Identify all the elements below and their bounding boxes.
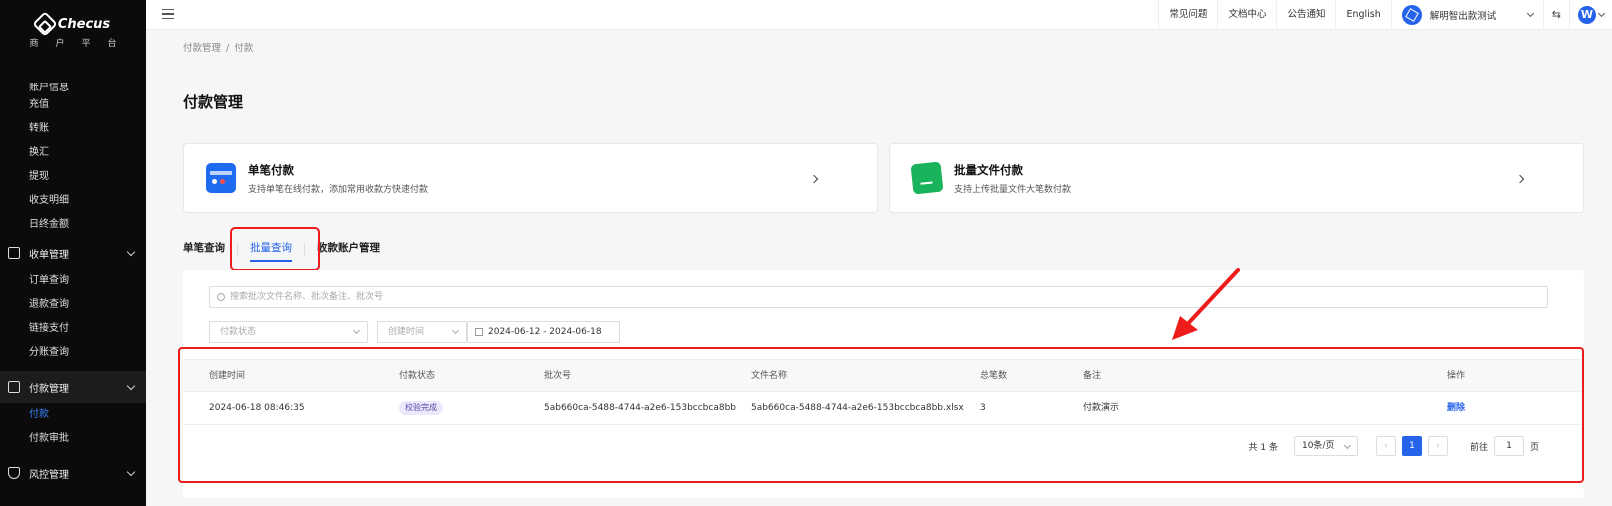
transfer-icon bbox=[8, 381, 20, 393]
shield-icon bbox=[8, 467, 20, 479]
sidebar-item-refunds[interactable]: 退款查询 bbox=[0, 293, 146, 317]
docs-link[interactable]: 文档中心 bbox=[1217, 0, 1276, 30]
sidebar-group-risk[interactable]: 风控管理 bbox=[0, 457, 146, 489]
sidebar-group-label: 风控管理 bbox=[29, 469, 69, 481]
breadcrumb-parent[interactable]: 付款管理 bbox=[183, 43, 221, 54]
chevron-down-icon bbox=[126, 381, 136, 391]
announcements-link[interactable]: 公告通知 bbox=[1276, 0, 1335, 30]
sidebar-item-transfer[interactable]: 转账 bbox=[0, 117, 146, 141]
sidebar-item-recharge[interactable]: 充值 bbox=[0, 93, 146, 117]
annotation-arrow-icon bbox=[1172, 268, 1240, 340]
chevron-down-icon bbox=[126, 247, 136, 257]
receipt-icon bbox=[8, 247, 20, 259]
user-menu[interactable]: W bbox=[1569, 0, 1612, 30]
search-icon bbox=[217, 293, 225, 301]
card-description: 支持单笔在线付款，添加常用收款方快速付款 bbox=[248, 185, 429, 195]
date-range-picker[interactable]: 2024-06-12 - 2024-06-18 bbox=[467, 321, 620, 343]
sidebar-group-label: 收单管理 bbox=[29, 249, 69, 261]
top-links: 常见问题 文档中心 公告通知 English 解明智出款测试 ⇆ W bbox=[1158, 0, 1612, 30]
status-placeholder: 付款状态 bbox=[220, 327, 257, 337]
sidebar-group-acquiring[interactable]: 收单管理 bbox=[0, 237, 146, 269]
merchant-cube-icon bbox=[1401, 5, 1422, 25]
search-input[interactable]: 搜索批次文件名称、批次备注、批次号 bbox=[209, 286, 1548, 308]
tab-highlight-box bbox=[230, 227, 320, 271]
chevron-down-icon bbox=[1597, 9, 1606, 18]
sidebar-item-exchange[interactable]: 换汇 bbox=[0, 141, 146, 165]
chevron-down-icon bbox=[451, 326, 460, 335]
sidebar: Checus 商户平台 账户信息 充值 转账 换汇 提现 收支明细 日终金额 收… bbox=[0, 0, 146, 506]
brand-logo[interactable]: Checus 商户平台 bbox=[0, 0, 146, 64]
card-description: 支持上传批量文件大笔数付款 bbox=[954, 185, 1072, 195]
sidebar-item-payout[interactable]: 付款 bbox=[0, 403, 146, 427]
time-placeholder: 创建时间 bbox=[388, 327, 425, 337]
language-switch[interactable]: English bbox=[1335, 0, 1390, 30]
sidebar-item-account-info[interactable]: 账户信息 bbox=[0, 83, 146, 93]
file-icon bbox=[910, 161, 944, 195]
sidebar-item-payment-link[interactable]: 链接支付 bbox=[0, 317, 146, 341]
search-placeholder: 搜索批次文件名称、批次备注、批次号 bbox=[230, 292, 384, 302]
card-title: 单笔付款 bbox=[248, 163, 294, 177]
top-bar: 常见问题 文档中心 公告通知 English 解明智出款测试 ⇆ W bbox=[146, 0, 1612, 30]
page-title: 付款管理 bbox=[183, 93, 244, 111]
avatar: W bbox=[1578, 6, 1596, 24]
sidebar-item-split[interactable]: 分账查询 bbox=[0, 341, 146, 365]
merchant-switcher[interactable]: 解明智出款测试 bbox=[1390, 0, 1543, 30]
sidebar-item-withdraw[interactable]: 提现 bbox=[0, 165, 146, 189]
tab-payee-accounts[interactable]: 收款账户管理 bbox=[317, 238, 380, 262]
tab-single-query[interactable]: 单笔查询 bbox=[183, 238, 225, 262]
chevron-down-icon bbox=[126, 467, 136, 477]
swap-icon[interactable]: ⇆ bbox=[1542, 0, 1569, 30]
chevron-right-icon bbox=[809, 174, 819, 184]
chevron-right-icon bbox=[1515, 174, 1525, 184]
sidebar-item-payout-approval[interactable]: 付款审批 bbox=[0, 427, 146, 451]
menu-toggle-icon[interactable] bbox=[162, 9, 174, 19]
brand-subtitle: 商户平台 bbox=[29, 39, 134, 49]
chevron-down-icon bbox=[1526, 9, 1534, 18]
chevron-down-icon bbox=[352, 326, 361, 335]
calendar-icon bbox=[475, 328, 483, 336]
checus-logo-icon bbox=[32, 11, 58, 37]
sidebar-item-daily-balance[interactable]: 日终金额 bbox=[0, 213, 146, 237]
breadcrumb: 付款管理 / 付款 bbox=[183, 40, 253, 54]
sidebar-item-statement[interactable]: 收支明细 bbox=[0, 189, 146, 213]
sidebar-group-payouts[interactable]: 付款管理 bbox=[0, 371, 146, 403]
sidebar-menu: 账户信息 充值 转账 换汇 提现 收支明细 日终金额 收单管理 订单查询 退款查… bbox=[0, 83, 146, 489]
table-highlight-box bbox=[178, 347, 1584, 483]
payment-status-select[interactable]: 付款状态 bbox=[209, 321, 368, 343]
brand-name: Checus bbox=[57, 16, 111, 32]
date-range-value: 2024-06-12 - 2024-06-18 bbox=[488, 327, 602, 337]
single-payment-card[interactable]: 单笔付款 支持单笔在线付款，添加常用收款方快速付款 bbox=[183, 143, 878, 213]
sidebar-group-label: 付款管理 bbox=[29, 383, 69, 395]
breadcrumb-separator: / bbox=[226, 43, 230, 54]
created-time-select[interactable]: 创建时间 bbox=[377, 321, 467, 343]
card-title: 批量文件付款 bbox=[954, 163, 1023, 177]
faq-link[interactable]: 常见问题 bbox=[1158, 0, 1217, 30]
sidebar-item-orders[interactable]: 订单查询 bbox=[0, 269, 146, 293]
merchant-name: 解明智出款测试 bbox=[1429, 11, 1497, 22]
card-icon bbox=[206, 163, 236, 193]
breadcrumb-current: 付款 bbox=[234, 43, 254, 54]
batch-payment-card[interactable]: 批量文件付款 支持上传批量文件大笔数付款 bbox=[889, 143, 1584, 213]
